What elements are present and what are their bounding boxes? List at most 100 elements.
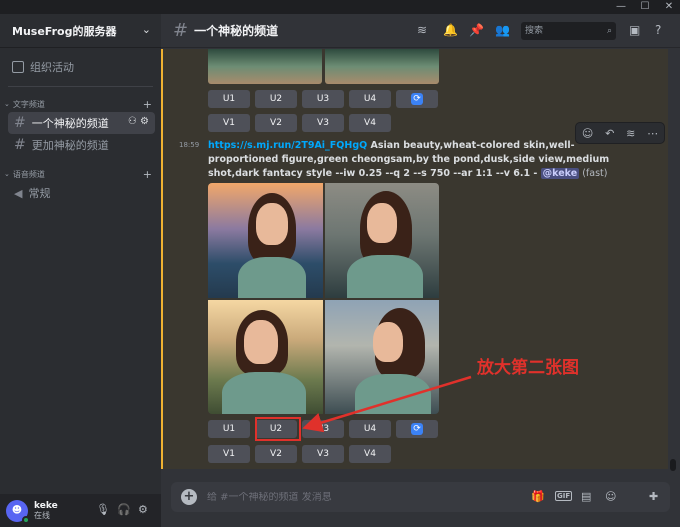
events-label: 组织活动 — [30, 61, 74, 74]
face-shape — [256, 203, 288, 245]
hash-icon: # — [14, 115, 26, 131]
search-placeholder: 搜索 — [525, 26, 544, 36]
reply-icon[interactable]: ↶ — [605, 127, 614, 140]
sidebar-item-mysterious-channel[interactable]: # 一个神秘的频道 ⚇ ⚙ — [8, 112, 155, 134]
status-indicator — [22, 515, 30, 524]
search-icon: ⌕ — [606, 26, 612, 36]
gif-icon[interactable]: GIF — [555, 491, 573, 501]
threads-icon[interactable]: ≋ — [417, 23, 427, 37]
upscale-row: U1 U2 U3 U4 ⟳ — [208, 420, 438, 438]
variation-row: V1 V2 V3 V4 — [208, 445, 391, 463]
reroll-button[interactable]: ⟳ — [396, 90, 438, 108]
variation-3-button[interactable]: V3 — [302, 114, 344, 132]
upscale-3-button[interactable]: U3 — [302, 90, 344, 108]
close-icon[interactable]: ✕ — [658, 0, 680, 14]
microphone-icon[interactable]: 🎙 — [96, 503, 110, 516]
variation-2-button[interactable]: V2 — [255, 114, 297, 132]
upscale-1-button[interactable]: U1 — [208, 90, 250, 108]
chevron-down-icon: ⌄ — [4, 100, 10, 108]
more-options-icon[interactable]: ⋯ — [647, 127, 658, 140]
pin-icon[interactable]: 📌 — [469, 23, 484, 37]
main-panel: # 一个神秘的频道 ≋ 🔔 📌 👥 搜索 ⌕ ▣ ? U1 U2 U3 U4 ⟳… — [161, 14, 680, 527]
upscale-2-button[interactable]: U2 — [255, 90, 297, 108]
channel-label: 一个神秘的频道 — [31, 117, 109, 130]
reroll-button[interactable]: ⟳ — [396, 420, 438, 438]
inbox-icon[interactable]: ▣ — [629, 23, 640, 37]
add-channel-icon[interactable]: + — [143, 98, 152, 111]
refresh-icon: ⟳ — [411, 93, 423, 105]
upscale-3-button[interactable]: U3 — [302, 420, 344, 438]
search-input[interactable]: 搜索 ⌕ — [521, 22, 616, 40]
add-reaction-icon[interactable]: ☺ — [582, 127, 593, 140]
message-content: https://s.mj.run/2T9Ai_FQHgQ Asian beaut… — [208, 139, 628, 181]
calendar-icon — [12, 61, 24, 73]
events-item[interactable]: 组织活动 — [12, 58, 74, 76]
maximize-icon[interactable]: ☐ — [634, 0, 656, 14]
message-scrollbar[interactable] — [669, 49, 677, 471]
minimize-icon[interactable]: — — [610, 0, 632, 14]
user-info[interactable]: keke 在线 — [34, 501, 58, 521]
category-text-channels[interactable]: ⌄ 文字频道 + — [4, 98, 154, 111]
headphones-icon[interactable]: 🎧 — [117, 503, 131, 516]
hash-icon: # — [173, 20, 189, 41]
add-channel-icon[interactable]: + — [143, 168, 152, 181]
variation-4-button[interactable]: V4 — [349, 445, 391, 463]
face-shape — [372, 321, 403, 362]
sidebar-divider — [8, 86, 153, 87]
chevron-down-icon: ⌄ — [4, 170, 10, 178]
upscale-4-button[interactable]: U4 — [349, 90, 391, 108]
bell-icon[interactable]: 🔔 — [443, 23, 458, 37]
annotation-label: 放大第二张图 — [477, 358, 579, 378]
body-shape — [222, 371, 306, 414]
message-composer: + 🎁 GIF ▤ ☺ ✚ — [171, 482, 670, 512]
member-list-icon[interactable]: 👥 — [495, 23, 510, 37]
server-name: MuseFrog的服务器 — [12, 24, 117, 38]
image-tile-1 — [208, 183, 323, 298]
image-link[interactable]: https://s.mj.run/2T9Ai_FQHgQ — [208, 140, 367, 151]
category-voice-channels[interactable]: ⌄ 语音频道 + — [4, 168, 154, 181]
generated-image-grid[interactable] — [208, 183, 439, 414]
invite-and-settings-icons[interactable]: ⚇ ⚙ — [128, 116, 149, 127]
face-shape — [366, 203, 397, 243]
gift-icon[interactable]: 🎁 — [531, 490, 545, 503]
add-attachment-icon[interactable]: + — [181, 489, 197, 505]
variation-2-button[interactable]: V2 — [255, 445, 297, 463]
variation-1-button[interactable]: V1 — [208, 114, 250, 132]
image-tile-3 — [208, 299, 323, 414]
previous-image-grid[interactable] — [208, 49, 439, 84]
upscale-4-button[interactable]: U4 — [349, 420, 391, 438]
message-input[interactable] — [207, 491, 507, 503]
message-list: U1 U2 U3 U4 ⟳ V1 V2 V3 V4 ☺ ↶ ≋ ⋯ 18:59 … — [161, 49, 680, 469]
variation-4-button[interactable]: V4 — [349, 114, 391, 132]
annotation-highlight-box — [255, 417, 301, 441]
help-icon[interactable]: ? — [655, 23, 661, 37]
body-shape — [238, 257, 306, 298]
gear-icon[interactable]: ⚙ — [138, 503, 148, 516]
scroll-thumb[interactable] — [670, 459, 676, 471]
create-thread-icon[interactable]: ≋ — [626, 127, 635, 140]
sticker-icon[interactable]: ▤ — [581, 490, 591, 503]
previous-variation-row: V1 V2 V3 V4 — [208, 114, 391, 132]
chevron-down-icon: ⌄ — [141, 23, 151, 36]
image-tile-2 — [324, 183, 439, 298]
message-timestamp: 18:59 — [179, 141, 200, 149]
server-header[interactable]: MuseFrog的服务器 ⌄ — [0, 14, 161, 48]
category-label: 语音频道 — [12, 169, 45, 179]
apps-icon[interactable]: ✚ — [649, 490, 658, 503]
sidebar-item-general-voice[interactable]: ◀ 常规 — [8, 182, 155, 204]
username: keke — [34, 500, 58, 511]
user-mention[interactable]: @keke — [540, 168, 580, 179]
user-panel: ☻ keke 在线 🎙 🎧 ⚙ — [0, 494, 161, 527]
emoji-icon[interactable]: ☺ — [605, 490, 616, 503]
variation-3-button[interactable]: V3 — [302, 445, 344, 463]
channel-label: 常规 — [28, 187, 51, 200]
mention-highlight-bar — [161, 49, 163, 469]
face-shape — [244, 319, 278, 364]
avatar[interactable]: ☻ — [6, 499, 30, 524]
variation-1-button[interactable]: V1 — [208, 445, 250, 463]
sidebar-item-more-mysterious-channel[interactable]: # 更加神秘的频道 — [8, 134, 155, 156]
hash-icon: # — [14, 137, 26, 153]
upscale-1-button[interactable]: U1 — [208, 420, 250, 438]
image-tile-4 — [324, 299, 439, 414]
body-shape — [346, 255, 423, 298]
